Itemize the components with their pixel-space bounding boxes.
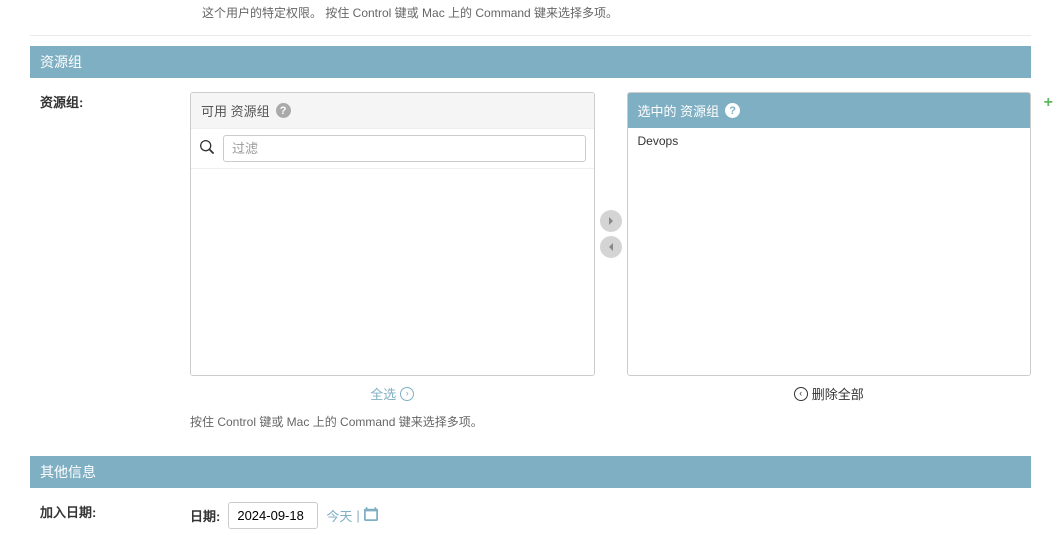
date-field-label: 日期: <box>190 506 220 525</box>
chevron-right-icon: › <box>400 387 414 401</box>
permissions-help-text: 这个用户的特定权限。 按住 Control 键或 Mac 上的 Command … <box>202 0 1031 35</box>
chosen-header-text: 选中的 资源组 <box>638 101 720 120</box>
chevron-left-icon: ‹ <box>794 387 808 401</box>
filter-input[interactable] <box>223 135 586 162</box>
chosen-box: 选中的 资源组 ? Devops <box>627 92 1032 376</box>
available-header-text: 可用 资源组 <box>201 101 270 120</box>
dual-selector: 可用 资源组 ? <box>190 92 1031 376</box>
move-left-button[interactable] <box>600 236 622 258</box>
available-box: 可用 资源组 ? <box>190 92 595 376</box>
join-date-label: 加入日期: <box>30 502 190 521</box>
remove-all-text: 删除全部 <box>812 384 864 403</box>
available-list[interactable] <box>191 169 594 375</box>
help-icon[interactable]: ? <box>725 103 740 118</box>
add-icon[interactable]: + <box>1044 94 1053 112</box>
filter-row <box>191 129 594 169</box>
calendar-icon[interactable] <box>364 507 378 524</box>
chosen-header: 选中的 资源组 ? <box>628 93 1031 128</box>
today-link[interactable]: 今天 <box>326 506 352 525</box>
separator: | <box>356 508 359 523</box>
select-all-text: 全选 <box>370 384 396 403</box>
help-icon[interactable]: ? <box>276 103 291 118</box>
resource-group-label: 资源组: <box>30 92 190 111</box>
selector-controls <box>595 92 627 376</box>
available-header: 可用 资源组 ? <box>191 93 594 129</box>
move-right-button[interactable] <box>600 210 622 232</box>
remove-all-link[interactable]: ‹ 删除全部 <box>794 384 864 403</box>
select-all-link[interactable]: 全选 › <box>370 384 414 403</box>
section-header-resource-group: 资源组 <box>30 46 1031 78</box>
resource-group-help-text: 按住 Control 键或 Mac 上的 Command 键来选择多项。 <box>190 413 1031 430</box>
divider <box>30 35 1031 36</box>
list-item[interactable]: Devops <box>628 130 1031 152</box>
search-icon <box>199 140 215 157</box>
date-input[interactable] <box>228 502 318 529</box>
section-header-other-info: 其他信息 <box>30 456 1031 488</box>
chosen-list[interactable]: Devops <box>628 128 1031 375</box>
